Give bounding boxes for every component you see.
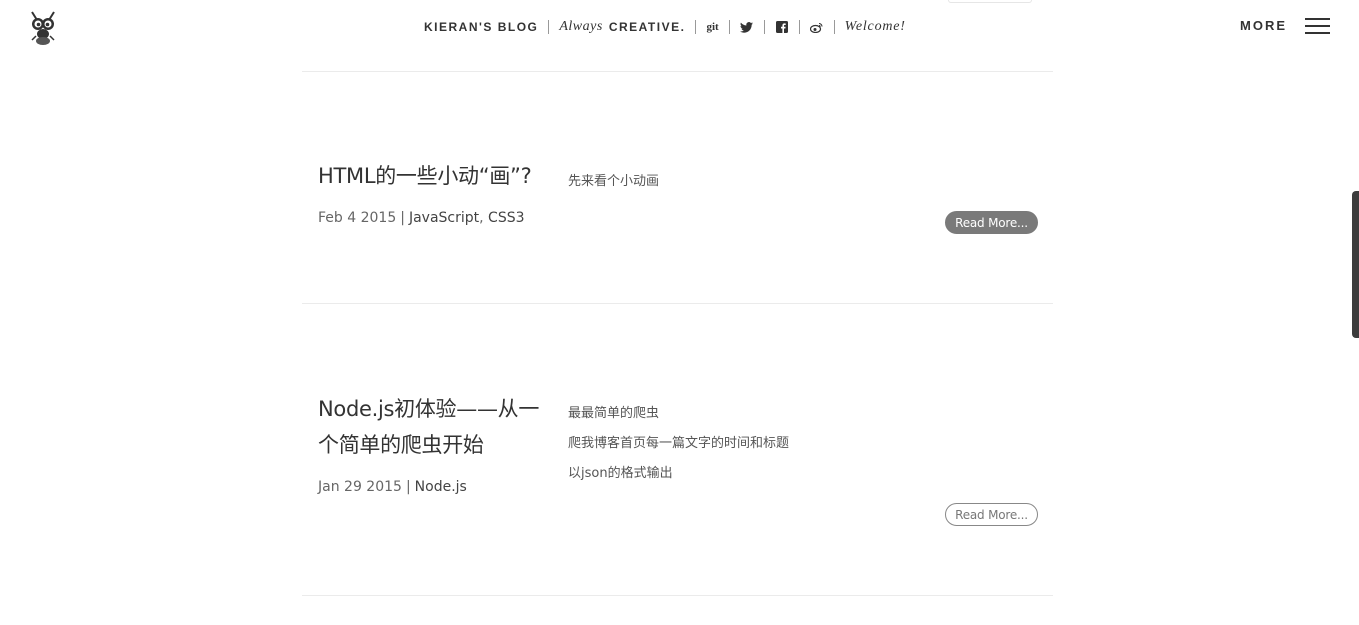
post-title-link[interactable]: Node.js初体验——从一 个简单的爬虫开始 xyxy=(318,391,539,463)
read-more-button[interactable]: Read More... xyxy=(945,211,1038,234)
excerpt-line: 以json的格式输出 xyxy=(568,466,673,481)
scrollbar-thumb[interactable] xyxy=(1352,191,1359,338)
nav-divider xyxy=(833,20,835,34)
excerpt-line: 先来看个小动画 xyxy=(568,174,660,189)
git-link[interactable]: git xyxy=(706,21,718,33)
weibo-icon[interactable] xyxy=(810,20,824,34)
facebook-icon[interactable] xyxy=(775,20,789,34)
tag-comma: , xyxy=(479,210,489,226)
post-meta: Jan 29 2015 | Node.js xyxy=(318,479,467,495)
ant-logo-icon[interactable] xyxy=(24,10,62,46)
tagline-italic: Always xyxy=(559,19,603,34)
nav-divider xyxy=(695,20,697,34)
excerpt-line: 爬我博客首页每一篇文字的时间和标题 xyxy=(568,436,790,451)
read-more-button[interactable]: Read More... xyxy=(945,503,1038,526)
post-tag-link[interactable]: Node.js xyxy=(415,479,467,495)
nav-divider xyxy=(763,20,765,34)
blog-brand-link[interactable]: KIERAN'S BLOG xyxy=(424,20,538,34)
post-title-line: Node.js初体验——从一 xyxy=(318,397,540,421)
post-date: Jan 29 2015 xyxy=(318,479,402,495)
top-navigation: KIERAN'S BLOG Always CREATIVE. git Welco… xyxy=(424,17,906,37)
post-date: Feb 4 2015 xyxy=(318,210,397,226)
nav-divider xyxy=(548,20,550,34)
divider xyxy=(302,71,1053,72)
nav-divider xyxy=(798,20,800,34)
nav-divider xyxy=(728,20,730,34)
excerpt-line: 最最简单的爬虫 xyxy=(568,406,660,421)
post-tag-link[interactable]: CSS3 xyxy=(488,210,524,226)
site-header: KIERAN'S BLOG Always CREATIVE. git Welco… xyxy=(0,0,1359,56)
meta-separator: | xyxy=(400,210,405,226)
meta-separator: | xyxy=(405,479,411,495)
tagline-caps: CREATIVE. xyxy=(608,20,686,34)
twitter-icon[interactable] xyxy=(740,20,754,34)
post-tag-link[interactable]: JavaScript xyxy=(409,210,479,226)
more-menu-label[interactable]: MORE xyxy=(1240,18,1287,33)
post-excerpt: 先来看个小动画 xyxy=(568,167,659,197)
post-title-link[interactable]: HTML的一些小动“画”? xyxy=(318,158,532,194)
post-title-line: 个简单的爬虫开始 xyxy=(318,433,484,457)
post-meta: Feb 4 2015 | JavaScript, CSS3 xyxy=(318,210,525,226)
hamburger-menu-icon[interactable] xyxy=(1305,18,1330,34)
search-tab[interactable] xyxy=(948,0,1032,3)
divider xyxy=(302,303,1053,304)
post-title-line: HTML的一些小动“画”? xyxy=(318,164,532,188)
post-excerpt: 最最简单的爬虫 爬我博客首页每一篇文字的时间和标题 以json的格式输出 xyxy=(568,399,789,489)
welcome-text: Welcome! xyxy=(844,19,906,34)
divider xyxy=(302,595,1053,596)
